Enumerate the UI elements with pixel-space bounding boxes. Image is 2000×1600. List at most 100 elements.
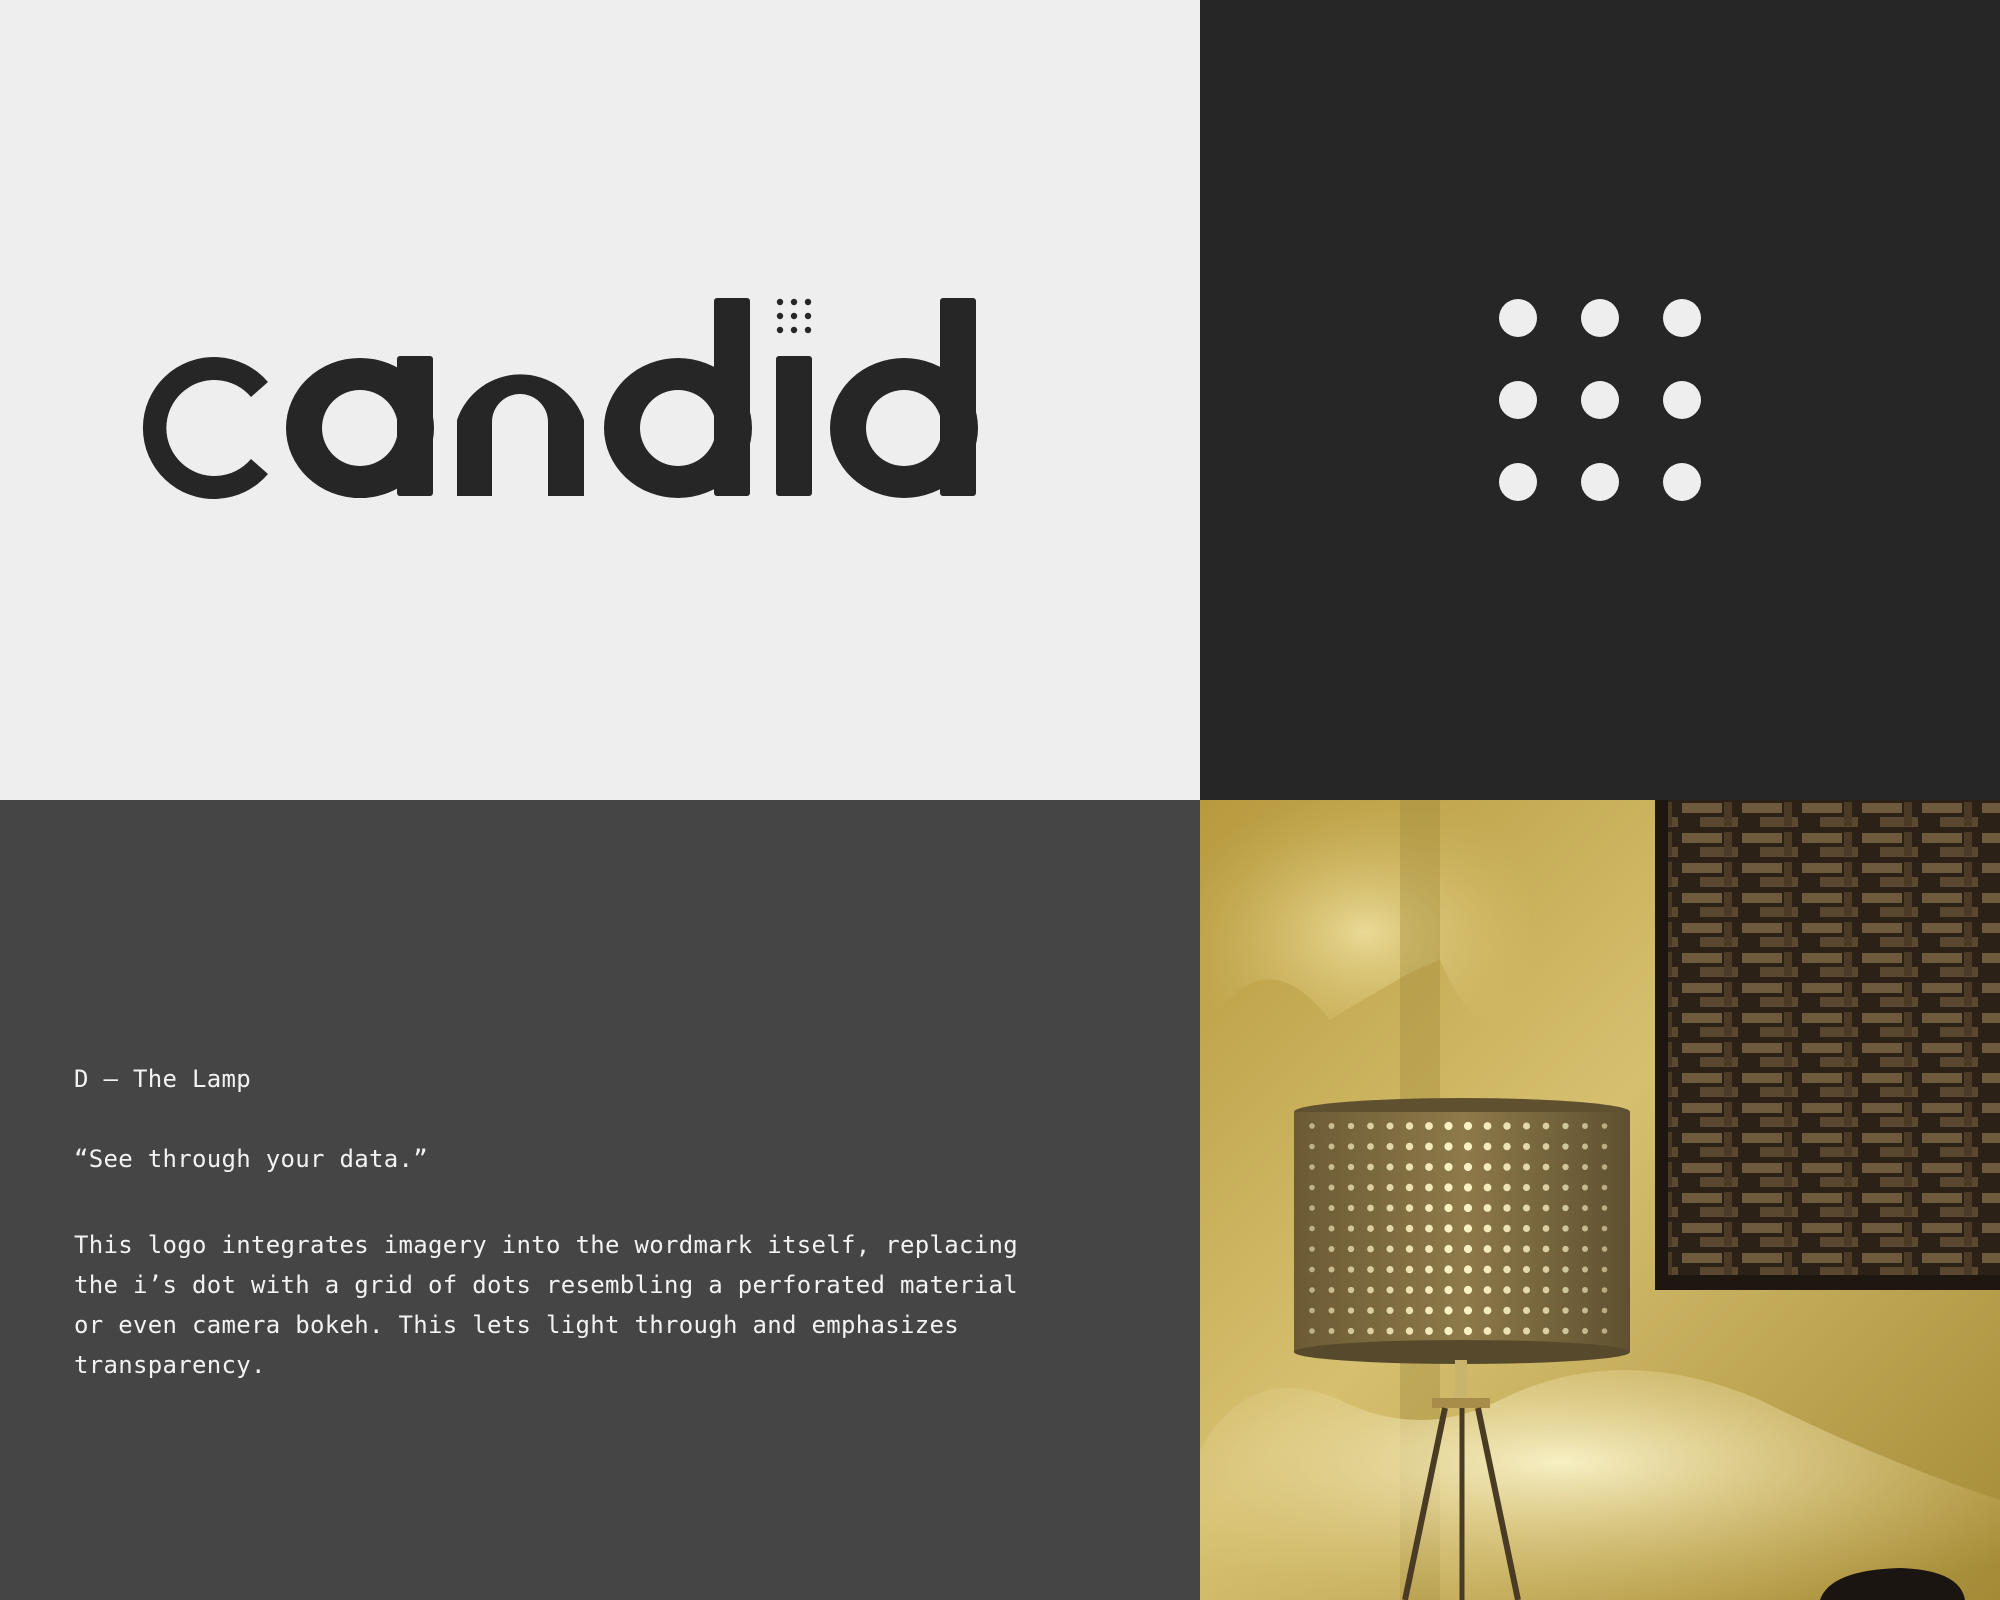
perforation-dot (1582, 1307, 1588, 1314)
perforation-dot (1463, 1121, 1473, 1131)
perforation-dot (1425, 1122, 1433, 1130)
wordmark-panel (0, 0, 1200, 800)
perforation-dot (1405, 1142, 1414, 1151)
perforation-dot (1483, 1327, 1492, 1335)
perforation-dot (1444, 1306, 1453, 1315)
perforation-dot (1367, 1163, 1374, 1171)
perforation-dot (1542, 1266, 1550, 1273)
perforation-dot (1463, 1265, 1473, 1274)
perforation-dot (1347, 1122, 1355, 1130)
letter-d (604, 298, 752, 498)
perforation-dot (1386, 1265, 1394, 1274)
perforation-dot (1444, 1285, 1453, 1295)
perforation-dot (1601, 1123, 1608, 1129)
perforation-dot (1309, 1287, 1315, 1293)
perforation-dot (1483, 1224, 1492, 1233)
perforation-dot (1601, 1307, 1608, 1314)
perforation-dot (1582, 1287, 1588, 1293)
perforation-dot (1328, 1266, 1335, 1273)
perforation-dot (1309, 1307, 1315, 1314)
perforation-dot (1309, 1205, 1315, 1211)
perforation-dot (1444, 1244, 1453, 1254)
perforation-dot (1582, 1328, 1588, 1334)
perforation-dot (1503, 1142, 1511, 1151)
perforation-dot (1347, 1163, 1355, 1171)
perforation-dot (1582, 1164, 1588, 1170)
perforation-dot (1463, 1183, 1473, 1192)
perforation-dot (1309, 1184, 1315, 1191)
perforation-dot (1463, 1224, 1473, 1233)
perforation-dot (1601, 1225, 1608, 1232)
perforation-dot (1483, 1183, 1492, 1192)
perforation-dot (1522, 1122, 1531, 1130)
perforation-dot (1542, 1143, 1550, 1150)
perforation-dot (1503, 1306, 1511, 1315)
perforation-dot (1483, 1163, 1492, 1171)
perforation-dot (1483, 1286, 1492, 1294)
perforation-dot (1367, 1245, 1374, 1253)
perforation-dot (1483, 1204, 1492, 1212)
perforation-dot (1367, 1327, 1374, 1335)
perforation-dot (1562, 1327, 1569, 1335)
perforation-dot (1386, 1183, 1394, 1192)
perforation-dot (1483, 1142, 1492, 1151)
perforation-dot (1425, 1224, 1433, 1233)
concept-heading: D – The Lamp (74, 1065, 251, 1093)
perforation-dot (1522, 1163, 1531, 1171)
perforation-dot (1503, 1327, 1511, 1335)
perforation-dot (1425, 1183, 1433, 1192)
perforation-dot (1503, 1265, 1511, 1274)
perforation-dot (1328, 1225, 1335, 1232)
letter-i-stem (776, 356, 812, 496)
perforation-dot (1405, 1163, 1414, 1171)
perforation-dot (1386, 1245, 1394, 1253)
perforation-dot (1582, 1184, 1588, 1191)
perforation-dot (1463, 1162, 1473, 1172)
perforation-dot (1309, 1123, 1315, 1129)
perforation-dot (1542, 1122, 1550, 1130)
perforation-dot (1347, 1184, 1355, 1191)
perforation-dot (1425, 1204, 1433, 1212)
perforation-dot (1309, 1328, 1315, 1334)
perforation-dot (1503, 1245, 1511, 1253)
perforation-dot (1328, 1143, 1335, 1150)
perforation-dot (1405, 1245, 1414, 1253)
perforation-dot (1562, 1143, 1569, 1150)
dot-grid-mark-icon (1499, 299, 1701, 501)
perforation-dot (1386, 1163, 1394, 1171)
perforation-dot (1367, 1143, 1374, 1150)
perforation-dot (1463, 1285, 1473, 1295)
perforation-dot (1503, 1204, 1511, 1212)
perforation-dot (1483, 1265, 1492, 1274)
lamp-photo (1200, 800, 2000, 1600)
perforation-dot (1444, 1265, 1453, 1274)
perforation-dot (1328, 1307, 1335, 1314)
perforation-dot (1463, 1306, 1473, 1315)
perforation-dot (1582, 1266, 1588, 1273)
perforation-dot (1405, 1204, 1414, 1212)
letter-c (142, 357, 268, 499)
perforation-dot (1522, 1204, 1531, 1212)
perforation-dot (1347, 1266, 1355, 1273)
perforation-dot (1522, 1142, 1531, 1151)
letter-n (457, 374, 584, 496)
perforation-dot (1522, 1306, 1531, 1315)
perforation-dot (1483, 1122, 1492, 1130)
letter-a (285, 356, 434, 499)
perforation-dot (1425, 1245, 1433, 1253)
perforation-dot (1601, 1266, 1608, 1273)
perforation-dot (1522, 1224, 1531, 1233)
perforation-dot (1386, 1142, 1394, 1151)
perforation-dot (1522, 1265, 1531, 1274)
perforation-dot (1582, 1205, 1588, 1211)
perforation-dot (1562, 1184, 1569, 1191)
perforation-dot (1328, 1287, 1335, 1293)
perforation-dot (1503, 1183, 1511, 1192)
perforation-dot (1425, 1286, 1433, 1294)
perforation-dot (1601, 1287, 1608, 1293)
perforation-dot (1582, 1225, 1588, 1232)
description-body: This logo integrates imagery into the wo… (74, 1231, 1018, 1379)
perforation-dot (1522, 1245, 1531, 1253)
perforation-dot (1582, 1143, 1588, 1150)
perforation-dot (1503, 1224, 1511, 1233)
